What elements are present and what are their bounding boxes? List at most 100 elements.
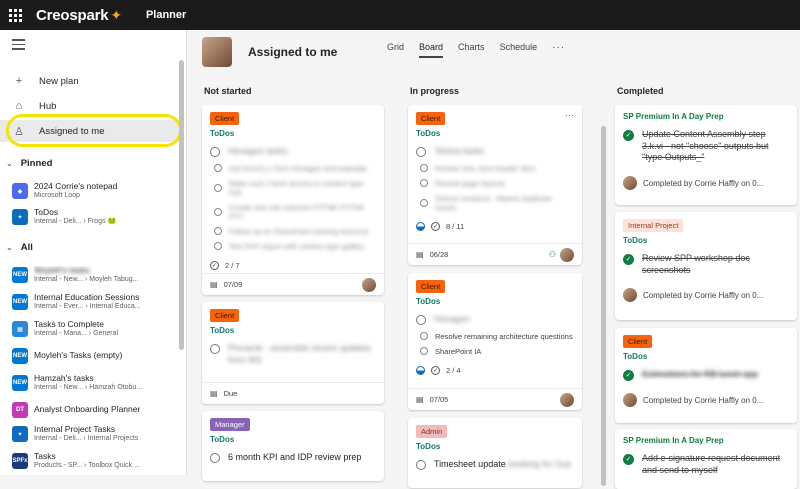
complete-task-checkbox[interactable]: [416, 147, 426, 157]
calendar-icon: ▤: [210, 389, 218, 398]
category-label: Client: [210, 309, 240, 322]
nav-new-plan[interactable]: + New plan: [0, 70, 180, 92]
tab-schedule[interactable]: Schedule: [500, 42, 538, 56]
column-title: Completed: [617, 86, 664, 96]
checklist-item[interactable]: Review new Java header Item: [416, 164, 574, 173]
spark-icon: ✦: [110, 6, 122, 23]
avatar[interactable]: [362, 277, 376, 292]
task-title: Hexagon: [434, 314, 471, 324]
plan-item[interactable]: DT Analyst Onboarding Planner: [12, 398, 182, 422]
completed-check-icon[interactable]: ✓: [623, 130, 634, 141]
completed-check-icon[interactable]: ✓: [623, 454, 634, 465]
in-progress-icon: [416, 365, 425, 375]
task-card[interactable]: Client ··· ToDos Telstra tasks Review ne…: [408, 105, 582, 265]
card-more-options-icon[interactable]: ···: [565, 110, 574, 120]
checklist-item[interactable]: Follow up on SharePoint training resourc…: [210, 227, 376, 236]
hamburger-menu-icon[interactable]: [12, 39, 25, 53]
board-scrollbar[interactable]: [601, 126, 606, 486]
app-name[interactable]: Planner: [146, 9, 186, 21]
checklist-checkbox[interactable]: [420, 332, 428, 341]
task-card[interactable]: Client ToDos Pinnacle - assemble recent …: [202, 302, 384, 404]
assign-person-icon[interactable]: ⚇: [549, 250, 556, 259]
checklist-count: 8 / 11: [446, 221, 465, 231]
plan-name: Tasks: [34, 452, 56, 462]
checklist-checkbox[interactable]: [214, 183, 222, 192]
checklist-item[interactable]: SharePoint IA: [416, 347, 574, 356]
completed-by-text: Completed by Corrie Haffly on 0...: [643, 178, 764, 188]
plan-item[interactable]: ✦ Internal Project Tasks Internal - Deli.…: [12, 422, 182, 446]
plan-thumbnail-icon: NEW: [12, 375, 28, 391]
checklist-text: Test PnP export with content type galler…: [229, 241, 365, 251]
plan-name: Moyleh's Tasks (empty): [34, 351, 123, 361]
tab-board[interactable]: Board: [419, 42, 444, 58]
checklist-item[interactable]: Rework page layouts: [416, 179, 574, 188]
completed-check-icon[interactable]: ✓: [623, 254, 634, 265]
bucket-name: ToDos: [416, 129, 441, 138]
checklist-checkbox[interactable]: [214, 242, 222, 251]
checklist-checkbox[interactable]: [420, 179, 428, 188]
plan-item[interactable]: SPFx Tasks Products - SP... › Toolbox Qui…: [12, 449, 182, 473]
task-card[interactable]: Client ToDos ✓ Estimations for RB lunch …: [615, 328, 797, 423]
calendar-icon: ▤: [416, 395, 424, 404]
app-launcher-icon[interactable]: [0, 0, 30, 30]
task-title: Telstra tasks: [434, 146, 485, 156]
loop-icon: ◆: [12, 183, 28, 199]
avatar[interactable]: [560, 392, 574, 407]
column-title: In progress: [410, 86, 460, 96]
checklist-item[interactable]: Get term/LLL from Hexagon and populate: [210, 164, 376, 173]
pinned-section-header[interactable]: ⌄ Pinned: [6, 158, 52, 169]
brand-logo[interactable]: Creospark ✦: [36, 7, 122, 24]
completed-check-icon[interactable]: ✓: [623, 370, 634, 381]
checklist-checkbox[interactable]: [420, 198, 428, 207]
plan-initials-icon: DT: [12, 402, 28, 418]
checklist-item[interactable]: Resolve remaining architecture questions: [416, 332, 574, 341]
card-footer: ▤ Due: [202, 382, 384, 404]
plan-item[interactable]: NEW Moyleh's tasks Internal - New... › Mo…: [12, 263, 182, 287]
checklist-item[interactable]: Test PnP export with content type galler…: [210, 242, 376, 251]
task-card[interactable]: Client ToDos Hexagon tasks Get term/LLL …: [202, 105, 384, 295]
plan-name: 2024 Corrie's notepad: [34, 182, 118, 192]
category-label: Client: [416, 112, 446, 125]
completed-by: Completed by Corrie Haffly on 0...: [623, 288, 789, 303]
checklist-item[interactable]: Make sure I have access to content type …: [210, 179, 376, 197]
checklist-checkbox[interactable]: [420, 164, 428, 173]
complete-task-checkbox[interactable]: [416, 460, 426, 470]
plan-item[interactable]: ▦ Tasks to Complete Internal - Mana... › …: [12, 317, 182, 341]
task-card[interactable]: SP Premium In A Day Prep ✓ Update Conten…: [615, 105, 797, 205]
completed-by-text: Completed by Corrie Haffly on 0...: [643, 395, 764, 405]
plan-thumbnail-icon: ▦: [12, 321, 28, 337]
task-card[interactable]: Client ToDos Hexagon Resolve remaining a…: [408, 273, 582, 410]
plan-item[interactable]: NEW Internal Education Sessions Internal …: [12, 290, 182, 314]
checklist-checkbox[interactable]: [214, 164, 222, 173]
avatar[interactable]: [560, 247, 574, 262]
checklist-checkbox[interactable]: [214, 207, 222, 216]
tab-grid[interactable]: Grid: [387, 42, 404, 56]
complete-task-checkbox[interactable]: [210, 147, 220, 157]
checklist-item[interactable]: Search research - Marine duplicate issue…: [416, 194, 574, 212]
plan-item[interactable]: NEW Moyleh's Tasks (empty): [12, 344, 182, 368]
bucket-name: ToDos: [623, 236, 648, 245]
checklist-item[interactable]: Create new site columns PTTNK PTTNK PTT: [210, 203, 376, 221]
task-card[interactable]: Internal Project ToDos ✓ Review SPP work…: [615, 212, 797, 320]
checklist-checkbox[interactable]: [214, 227, 222, 236]
complete-task-checkbox[interactable]: [416, 315, 426, 325]
section-title: All: [20, 242, 33, 253]
pinned-plan-todos[interactable]: ✦ ToDos Internal - Deli... › Frogs 🐸: [12, 205, 182, 229]
more-options-icon[interactable]: ···: [552, 42, 565, 56]
checklist-text: Resolve remaining architecture questions: [435, 331, 573, 341]
checklist-icon: ✓: [210, 260, 219, 270]
nav-label: Hub: [39, 100, 57, 112]
all-section-header[interactable]: ⌄ All: [6, 242, 33, 253]
checklist-text: Review new Java header Item: [435, 163, 536, 173]
task-card[interactable]: SP Premium In A Day Prep ✓ Add e-signatu…: [615, 429, 797, 489]
complete-task-checkbox[interactable]: [210, 453, 220, 463]
task-card[interactable]: Admin ToDos Timesheet update booking for…: [408, 418, 582, 488]
complete-task-checkbox[interactable]: [210, 344, 220, 354]
sidebar-scrollbar[interactable]: [179, 60, 184, 350]
tab-charts[interactable]: Charts: [458, 42, 485, 56]
plan-item[interactable]: NEW Hamzah's tasks Internal - New... › Ha…: [12, 371, 182, 395]
checklist-checkbox[interactable]: [420, 347, 428, 356]
pinned-plan-notepad[interactable]: ◆ 2024 Corrie's notepad Microsoft Loop: [12, 179, 182, 203]
checklist-count: 2 / 7: [225, 260, 240, 270]
task-card[interactable]: Manager ToDos 6 month KPI and IDP review…: [202, 411, 384, 481]
